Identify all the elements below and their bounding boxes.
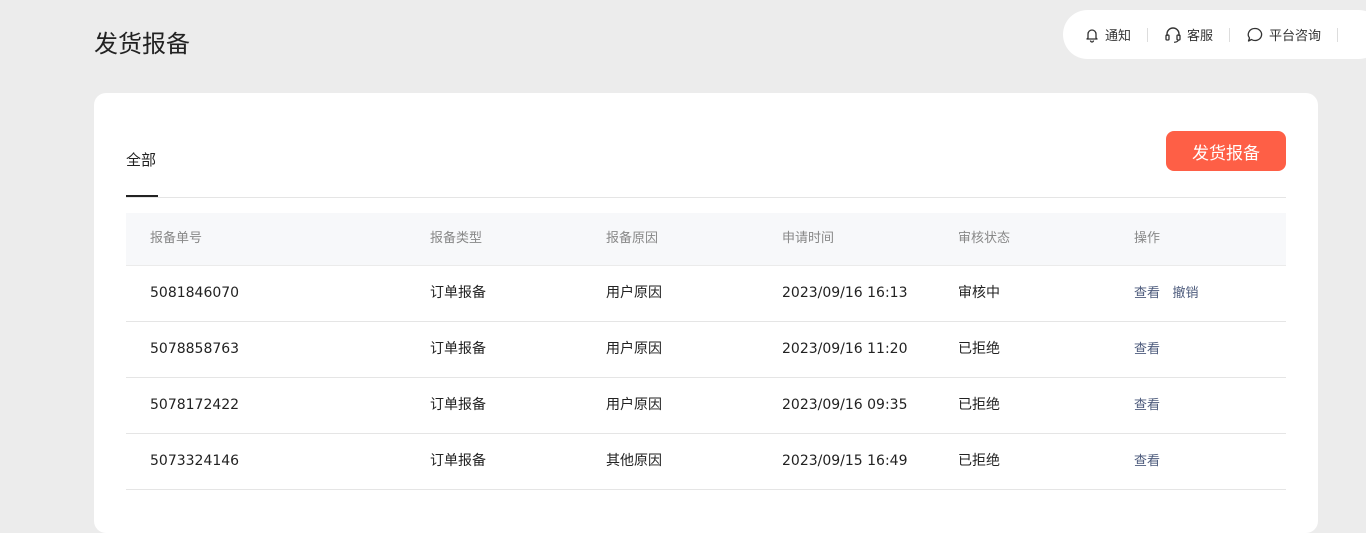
apply-time: 2023/09/16 16:13 — [782, 285, 908, 301]
service-label: 客服 — [1187, 29, 1214, 44]
apply-time: 2023/09/16 11:20 — [782, 341, 908, 357]
create-shipment-report-button[interactable]: 发货报备 — [1166, 131, 1286, 171]
table-header: 报备单号 报备类型 报备原因 申请时间 审核状态 操作 — [126, 213, 1286, 266]
content-card: 全部 发货报备 报备单号 报备类型 报备原因 申请时间 审核状态 操作 5081… — [94, 93, 1318, 533]
column-header: 操作 — [1134, 231, 1161, 246]
top-utility-bar: 通知 客服 平台咨询 — [1063, 10, 1366, 59]
review-status: 已拒绝 — [958, 341, 1000, 357]
table-row: 5081846070 订单报备 用户原因 2023/09/16 16:13 审核… — [126, 266, 1286, 322]
report-reason: 其他原因 — [606, 453, 662, 469]
report-id: 5081846070 — [150, 285, 240, 301]
service-button[interactable]: 客服 — [1164, 25, 1213, 44]
report-reason: 用户原因 — [606, 285, 662, 301]
view-link[interactable]: 查看 — [1134, 398, 1160, 413]
apply-time: 2023/09/15 16:49 — [782, 453, 908, 469]
table-row: 5073324146 订单报备 其他原因 2023/09/15 16:49 已拒… — [126, 434, 1286, 490]
consult-label: 平台咨询 — [1269, 29, 1322, 44]
report-type: 订单报备 — [430, 453, 486, 469]
view-link[interactable]: 查看 — [1134, 454, 1160, 469]
column-header: 报备类型 — [430, 231, 483, 246]
column-header: 报备单号 — [150, 231, 203, 246]
tab-label: 全部 — [126, 151, 157, 169]
review-status: 已拒绝 — [958, 453, 1000, 469]
report-id: 5073324146 — [150, 453, 240, 469]
bell-icon — [1086, 28, 1098, 43]
view-link[interactable]: 查看 — [1134, 342, 1160, 357]
tab-bar: 全部 — [126, 93, 1286, 198]
report-type: 订单报备 — [430, 285, 486, 301]
review-status: 审核中 — [958, 285, 1000, 301]
report-id: 5078172422 — [150, 397, 240, 413]
review-status: 已拒绝 — [958, 397, 1000, 413]
page-title: 发货报备 — [94, 30, 190, 58]
report-type: 订单报备 — [430, 397, 486, 413]
table-row: 5078172422 订单报备 用户原因 2023/09/16 09:35 已拒… — [126, 378, 1286, 434]
notify-button[interactable]: 通知 — [1084, 25, 1131, 44]
table-row: 5078858763 订单报备 用户原因 2023/09/16 11:20 已拒… — [126, 322, 1286, 378]
consult-button[interactable]: 平台咨询 — [1246, 25, 1321, 44]
apply-time: 2023/09/16 09:35 — [782, 397, 908, 413]
chat-bubble-icon — [1247, 27, 1263, 42]
report-reason: 用户原因 — [606, 397, 662, 413]
revoke-link[interactable]: 撤销 — [1172, 286, 1198, 301]
report-table: 报备单号 报备类型 报备原因 申请时间 审核状态 操作 5081846070 订… — [126, 213, 1286, 490]
headset-icon — [1165, 26, 1181, 43]
row-actions: 查看 — [1134, 322, 1168, 377]
active-tab-indicator — [126, 195, 158, 197]
row-actions: 查看 — [1134, 378, 1168, 433]
report-id: 5078858763 — [150, 341, 240, 357]
divider — [1147, 27, 1149, 42]
view-link[interactable]: 查看 — [1134, 286, 1160, 301]
divider — [1229, 27, 1231, 42]
row-actions: 查看 — [1134, 434, 1168, 489]
row-actions: 查看 撤销 — [1134, 266, 1206, 321]
column-header: 审核状态 — [958, 231, 1011, 246]
report-reason: 用户原因 — [606, 341, 662, 357]
column-header: 报备原因 — [606, 231, 659, 246]
report-type: 订单报备 — [430, 341, 486, 357]
tab-all[interactable]: 全部 — [126, 150, 158, 197]
divider — [1337, 27, 1339, 42]
column-header: 申请时间 — [782, 231, 835, 246]
notify-label: 通知 — [1105, 29, 1132, 44]
